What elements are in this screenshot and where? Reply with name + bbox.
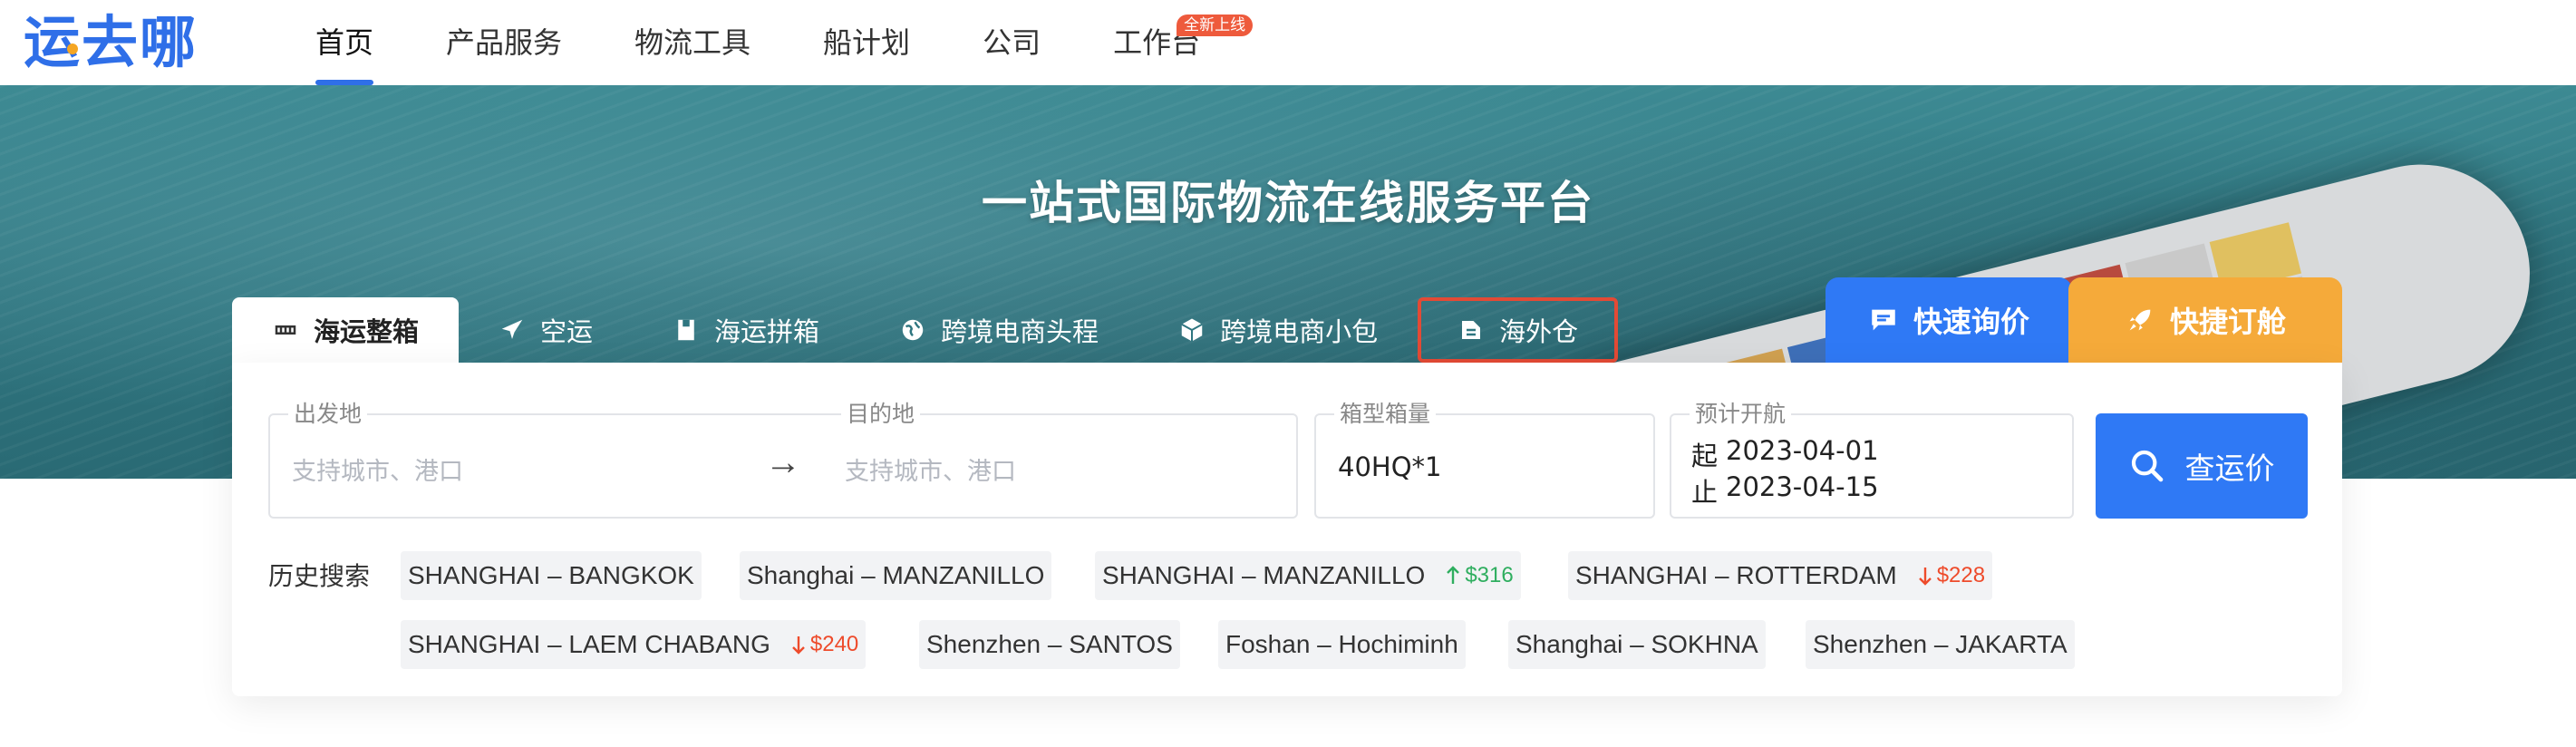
search-button-label: 查运价 <box>2184 451 2275 486</box>
history-chip[interactable]: SHANGHAI – ROTTERDAM $228 <box>1568 551 1993 600</box>
top-header: 运去哪 首页 产品服务 物流工具 船计划 公司 工作台 全新上线 <box>0 0 2576 85</box>
new-badge: 全新上线 <box>1177 15 1254 36</box>
nav-item-tools[interactable]: 物流工具 <box>634 0 751 85</box>
tab-lcl[interactable]: 海运拼箱 <box>633 297 859 363</box>
history-chip[interactable]: SHANGHAI – BANGKOK <box>401 551 702 600</box>
price-delta: $240 <box>809 632 859 656</box>
arrow-down-icon <box>1918 568 1932 586</box>
tab-ecommerce-first-leg[interactable]: 跨境电商头程 <box>859 297 1138 363</box>
history-route: SHANGHAI – ROTTERDAM <box>1575 561 1897 589</box>
tab-label: 海运整箱 <box>314 316 420 347</box>
globe-icon <box>902 319 924 341</box>
sailing-label: 预计开航 <box>1690 401 1792 428</box>
container-value: 40HQ*1 <box>1338 451 1442 482</box>
history-route: Shenzhen – SANTOS <box>926 630 1173 658</box>
nav-label: 公司 <box>983 25 1041 60</box>
price-trend: $228 <box>1917 563 1985 588</box>
history-chip[interactable]: SHANGHAI – MANZANILLO $316 <box>1095 551 1521 600</box>
tab-air[interactable]: 空运 <box>459 297 633 363</box>
price-trend: $240 <box>790 632 858 657</box>
search-icon <box>2131 450 2163 482</box>
route-field: 出发地 支持城市、港口 → 目的地 支持城市、港口 <box>268 401 1298 519</box>
destination-label: 目的地 <box>841 401 921 428</box>
history-route: Shenzhen – JAKARTA <box>1813 630 2068 658</box>
history-route: Shanghai – MANZANILLO <box>747 561 1045 589</box>
nav-item-company[interactable]: 公司 <box>983 0 1041 85</box>
destination-input[interactable]: 支持城市、港口 <box>845 451 1016 487</box>
history-chip[interactable]: Shanghai – MANZANILLO <box>740 551 1052 600</box>
rocket-icon <box>2129 309 2151 331</box>
tab-ecommerce-parcel[interactable]: 跨境电商小包 <box>1138 297 1418 363</box>
search-rates-button[interactable]: 查运价 <box>2096 413 2308 519</box>
end-date: 2023-04-15 <box>1726 471 1879 502</box>
service-tabs: 海运整箱 空运 海运拼箱 跨境电商头程 跨境电商小包 海外仓 <box>232 297 1619 363</box>
history-chip[interactable]: SHANGHAI – LAEM CHABANG $240 <box>401 620 867 669</box>
quick-booking-label: 快捷订舱 <box>2169 305 2286 339</box>
tab-fcl[interactable]: 海运整箱 <box>232 297 460 363</box>
end-date-prefix: 止 <box>1691 477 1719 508</box>
search-card: 出发地 支持城市、港口 → 目的地 支持城市、港口 箱型箱量 40HQ*1 预计… <box>232 363 2342 696</box>
chat-icon <box>1872 309 1895 331</box>
nav-label: 产品服务 <box>446 25 563 60</box>
container-icon <box>275 325 296 335</box>
warehouse-icon <box>1462 321 1481 339</box>
airplane-icon <box>501 319 523 339</box>
tab-label: 空运 <box>540 316 594 347</box>
history-label: 历史搜索 <box>268 561 371 591</box>
tab-overseas-warehouse[interactable]: 海外仓 <box>1418 297 1619 363</box>
origin-input[interactable]: 支持城市、港口 <box>292 451 463 487</box>
package-icon <box>1181 318 1203 342</box>
tab-label: 跨境电商小包 <box>1220 316 1379 347</box>
history-chip[interactable]: Shenzhen – SANTOS <box>919 620 1180 669</box>
history-chip[interactable]: Shenzhen – JAKARTA <box>1806 620 2075 669</box>
sailing-date-field[interactable]: 预计开航 起 2023-04-01 止 2023-04-15 <box>1670 401 2074 519</box>
price-trend: $316 <box>1445 563 1514 588</box>
quick-inquiry-label: 快速询价 <box>1913 305 2029 339</box>
price-delta: $316 <box>1465 563 1514 587</box>
nav-label: 船计划 <box>823 25 911 60</box>
history-route: SHANGHAI – BANGKOK <box>408 561 694 589</box>
history-route: Foshan – Hochiminh <box>1225 630 1458 658</box>
tab-label: 跨境电商头程 <box>941 316 1099 347</box>
nav-item-products[interactable]: 产品服务 <box>446 0 562 85</box>
history-route: SHANGHAI – LAEM CHABANG <box>408 630 770 658</box>
logo-dot <box>67 44 78 54</box>
history-route: SHANGHAI – MANZANILLO <box>1102 561 1426 589</box>
box-icon <box>678 319 694 341</box>
arrow-up-icon <box>1447 566 1460 584</box>
nav-item-home[interactable]: 首页 <box>315 0 374 85</box>
quick-booking-button[interactable]: 快捷订舱 <box>2068 277 2342 363</box>
price-delta: $228 <box>1936 563 1986 587</box>
main-nav: 首页 产品服务 物流工具 船计划 公司 工作台 全新上线 <box>315 0 1273 85</box>
start-date-prefix: 起 <box>1691 441 1719 471</box>
history-route: Shanghai – SOKHNA <box>1516 630 1758 658</box>
nav-label: 物流工具 <box>634 25 751 60</box>
tab-label: 海运拼箱 <box>714 316 820 347</box>
brand-logo[interactable]: 运去哪 <box>24 11 198 74</box>
container-label: 箱型箱量 <box>1334 401 1437 428</box>
history-chip[interactable]: Foshan – Hochiminh <box>1218 620 1466 669</box>
nav-item-schedule[interactable]: 船计划 <box>823 0 910 85</box>
hero-title: 一站式国际物流在线服务平台 <box>982 177 1594 229</box>
origin-label: 出发地 <box>288 401 368 428</box>
route-arrow[interactable]: → <box>765 442 801 483</box>
quick-inquiry-button[interactable]: 快速询价 <box>1825 277 2072 363</box>
container-field[interactable]: 箱型箱量 40HQ*1 <box>1314 401 1655 519</box>
arrow-down-icon <box>792 636 805 655</box>
tab-label: 海外仓 <box>1499 316 1579 347</box>
start-date: 2023-04-01 <box>1726 435 1879 466</box>
nav-item-workbench[interactable]: 工作台 全新上线 <box>1113 0 1254 85</box>
history-chip[interactable]: Shanghai – SOKHNA <box>1508 620 1766 669</box>
nav-label: 首页 <box>315 25 374 60</box>
